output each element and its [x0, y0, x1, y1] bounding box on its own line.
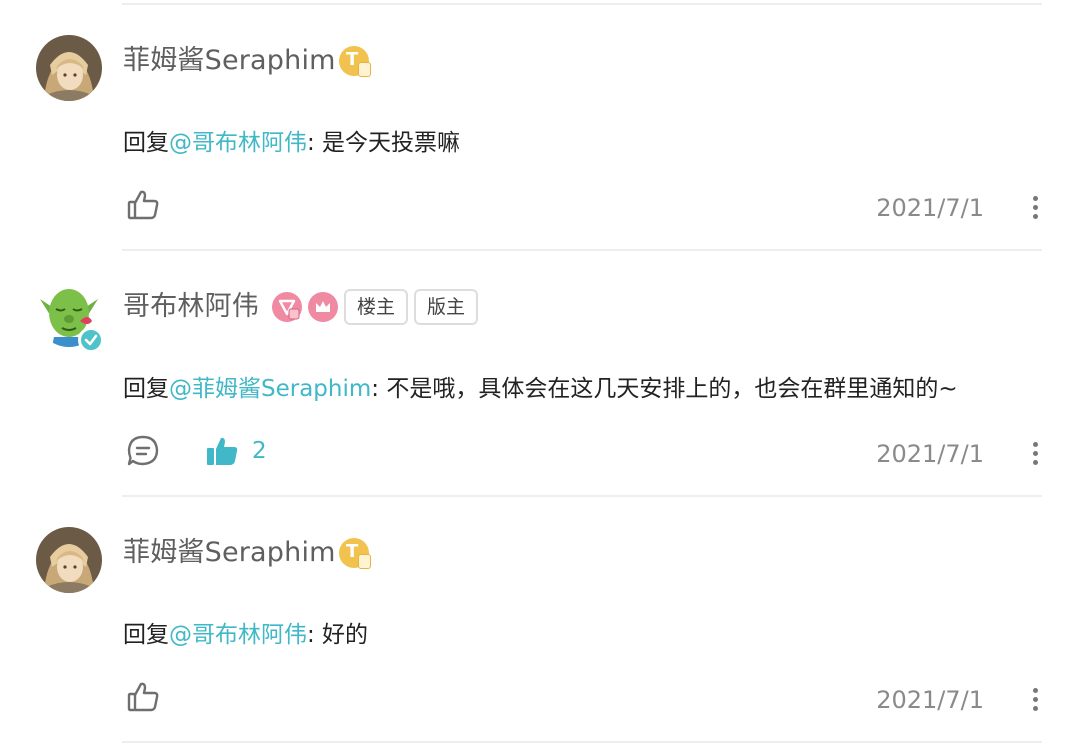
comment-date: 2021/7/1	[876, 194, 984, 222]
more-button[interactable]	[1030, 435, 1042, 471]
comment-text: 回复@菲姆酱Seraphim: 不是哦，具体会在这几天安排上的，也会在群里通知的…	[123, 369, 958, 409]
level-badge-icon	[272, 292, 302, 322]
verified-icon	[78, 327, 104, 353]
comment-feed: 菲姆酱Seraphim T 回复@哥布林阿伟: 是今天投票嘛 2021/7/1	[0, 0, 1080, 749]
mention-link[interactable]: @哥布林阿伟	[169, 622, 307, 648]
like-button[interactable]	[125, 679, 161, 715]
username[interactable]: 菲姆酱Seraphim	[123, 43, 336, 79]
liked-icon	[207, 437, 238, 465]
like-icon	[127, 682, 159, 712]
like-count: 2	[252, 438, 267, 464]
mention-link[interactable]: @菲姆酱Seraphim	[169, 376, 371, 402]
more-button[interactable]	[1030, 681, 1042, 717]
tag-moderator: 版主	[414, 289, 479, 325]
user-badges: 楼主 版主	[272, 289, 479, 325]
user-badges: T	[339, 43, 371, 79]
comment-item: 菲姆酱Seraphim T 回复@哥布林阿伟: 好的 2021/7/1	[0, 495, 1080, 741]
avatar[interactable]	[36, 527, 102, 593]
reply-icon	[127, 435, 159, 466]
username[interactable]: 哥布林阿伟	[123, 289, 259, 325]
comment-actions: 2 2021/7/1	[0, 427, 1080, 477]
comment-text: 回复@哥布林阿伟: 好的	[123, 615, 368, 655]
user-badges: T	[339, 535, 371, 571]
like-icon	[127, 190, 159, 220]
reply-prefix: 回复	[123, 130, 169, 156]
tag-thread-owner: 楼主	[344, 289, 409, 325]
comment-date: 2021/7/1	[876, 686, 984, 714]
comment-actions: 2021/7/1	[0, 181, 1080, 231]
comment-actions: 2021/7/1	[0, 673, 1080, 723]
like-button[interactable]	[204, 433, 240, 469]
level-badge-icon: T	[339, 538, 371, 569]
reply-content: : 好的	[307, 622, 369, 648]
comment-date: 2021/7/1	[876, 440, 984, 468]
reply-content: : 不是哦，具体会在这几天安排上的，也会在群里通知的~	[371, 376, 958, 402]
comment-item: 菲姆酱Seraphim T 回复@哥布林阿伟: 是今天投票嘛 2021/7/1	[0, 3, 1080, 249]
level-badge-icon: T	[339, 46, 371, 77]
crown-badge-icon	[308, 292, 338, 322]
reply-prefix: 回复	[123, 622, 169, 648]
reply-button[interactable]	[125, 433, 161, 469]
username[interactable]: 菲姆酱Seraphim	[123, 535, 336, 571]
reply-content: : 是今天投票嘛	[307, 130, 461, 156]
comment-item: 哥布林阿伟 楼主 版主 回复@菲姆酱Seraphim: 不是哦，具体会在这几天安…	[0, 249, 1080, 495]
avatar[interactable]	[36, 35, 102, 101]
mention-link[interactable]: @哥布林阿伟	[169, 130, 307, 156]
like-button[interactable]	[125, 187, 161, 223]
more-button[interactable]	[1030, 189, 1042, 225]
comment-text: 回复@哥布林阿伟: 是今天投票嘛	[123, 123, 460, 163]
divider	[122, 741, 1042, 743]
reply-prefix: 回复	[123, 376, 169, 402]
